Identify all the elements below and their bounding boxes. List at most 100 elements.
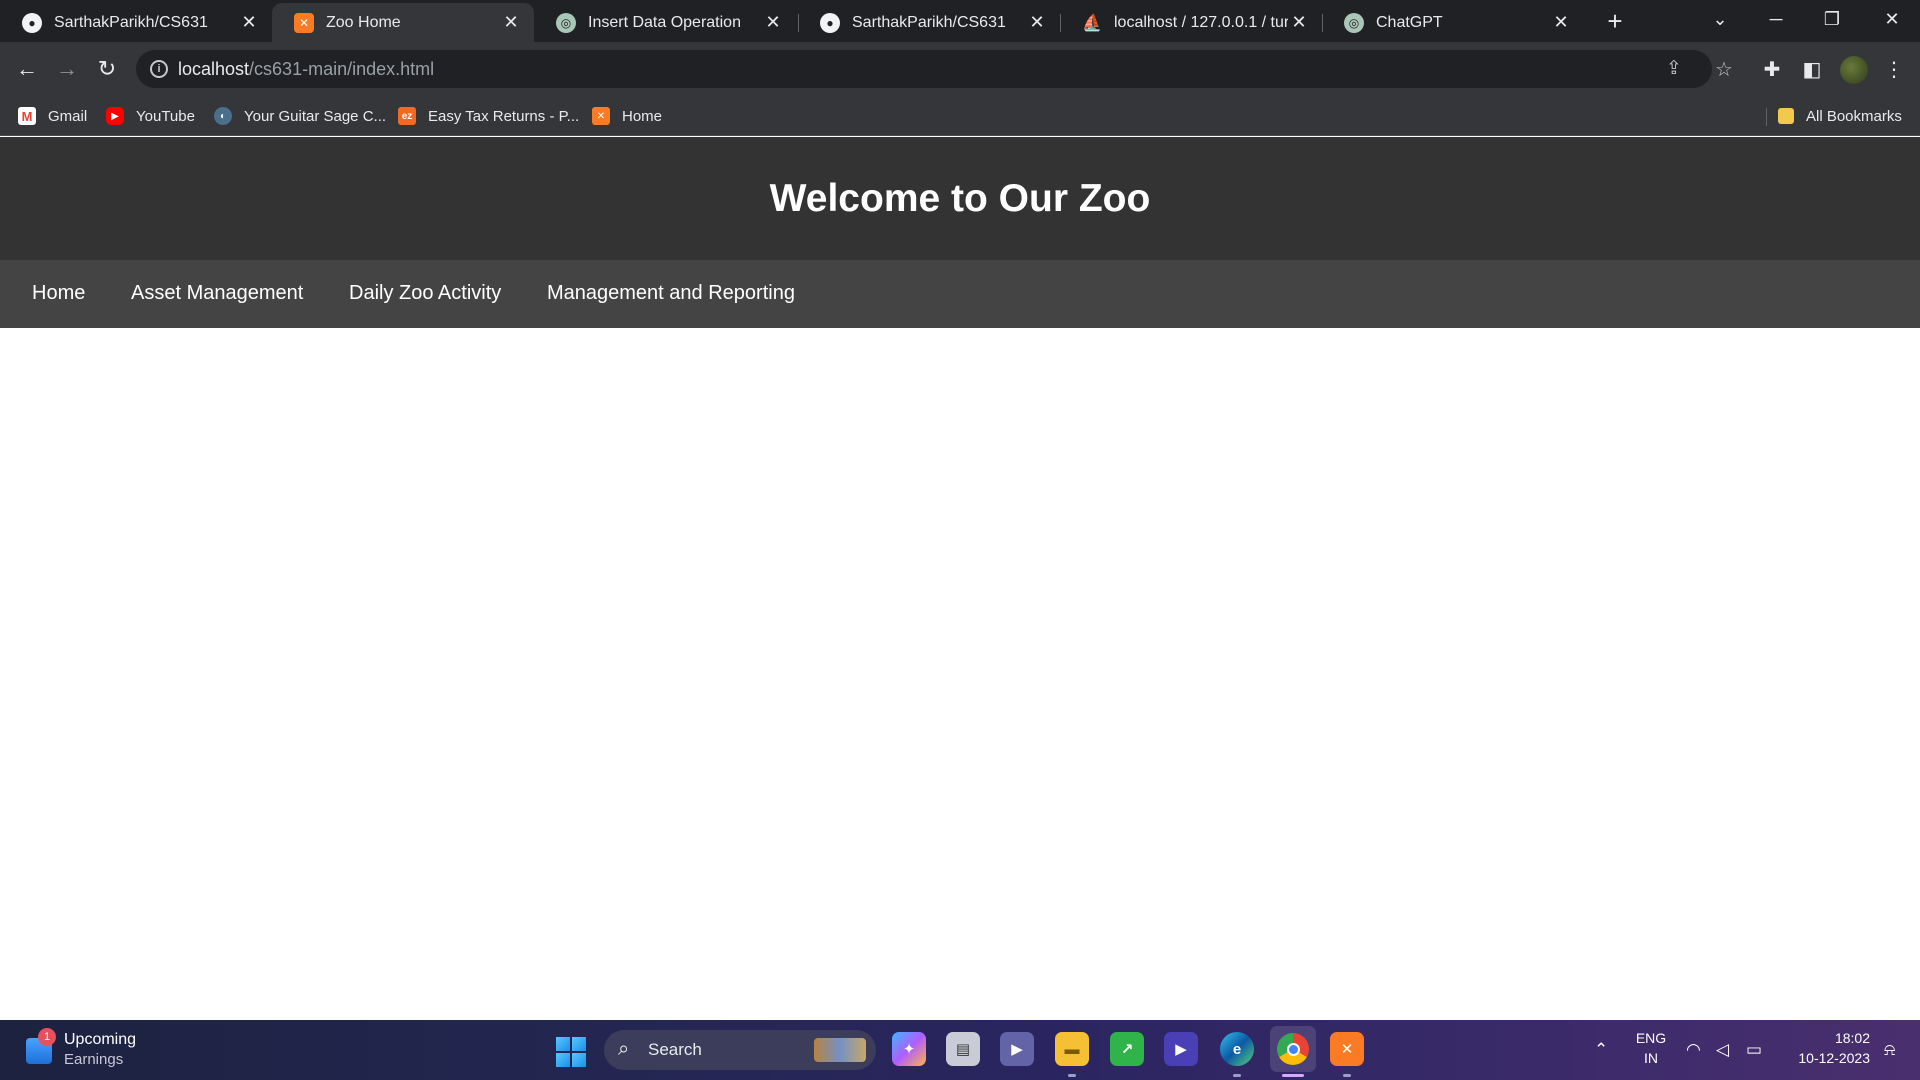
nav-asset-management[interactable]: Asset Management bbox=[131, 282, 303, 305]
address-bar[interactable]: i localhost/cs631-main/index.html ⇪ ☆ bbox=[136, 50, 1712, 88]
chatgpt-icon: ◎ bbox=[556, 12, 576, 33]
reload-icon[interactable]: ↻ bbox=[90, 52, 124, 86]
xampp-icon: ✕ bbox=[294, 12, 314, 33]
nav-management-reporting[interactable]: Management and Reporting bbox=[547, 282, 795, 305]
running-indicator bbox=[1233, 1074, 1241, 1077]
language-code[interactable]: ENG bbox=[1634, 1030, 1668, 1046]
search-label: Search bbox=[648, 1040, 702, 1059]
close-icon[interactable]: ✕ bbox=[1550, 12, 1572, 33]
tab-title: ChatGPT bbox=[1376, 13, 1443, 31]
all-bookmarks-label: All Bookmarks bbox=[1806, 107, 1902, 125]
weather-widget[interactable]: 1 Upcoming Earnings bbox=[26, 1028, 186, 1072]
window-close-icon[interactable]: ✕ bbox=[1864, 0, 1920, 38]
browser-toolbar: ← → ↻ i localhost/cs631-main/index.html … bbox=[0, 42, 1920, 96]
nav-daily-zoo-activity[interactable]: Daily Zoo Activity bbox=[349, 282, 501, 305]
widget-title: Upcoming bbox=[64, 1031, 137, 1048]
url-host: localhost bbox=[178, 59, 250, 79]
search-icon: ⌕ bbox=[618, 1038, 630, 1060]
github-icon: ● bbox=[22, 12, 42, 33]
xampp-app-icon[interactable]: ✕ bbox=[1330, 1032, 1364, 1066]
tab-search-chevron-icon[interactable]: ⌄ bbox=[1692, 0, 1748, 38]
tab-chatgpt[interactable]: ◎ ChatGPT ✕ bbox=[1322, 3, 1584, 42]
region-code[interactable]: IN bbox=[1634, 1050, 1668, 1066]
taskbar-search[interactable]: ⌕ Search bbox=[604, 1030, 876, 1070]
site-info-icon[interactable]: i bbox=[150, 60, 168, 78]
teams-chat-icon[interactable]: ▶ bbox=[1000, 1032, 1034, 1066]
guitar-sage-icon: ◐ bbox=[214, 107, 232, 125]
bookmark-label: Easy Tax Returns - P... bbox=[428, 107, 580, 125]
wifi-icon[interactable]: ◠ bbox=[1686, 1040, 1701, 1060]
running-indicator bbox=[1343, 1074, 1351, 1077]
chrome-browser-icon[interactable] bbox=[1270, 1026, 1316, 1072]
close-icon[interactable]: ✕ bbox=[238, 12, 260, 33]
bookmark-star-icon[interactable]: ☆ bbox=[1710, 56, 1738, 84]
profile-avatar[interactable] bbox=[1840, 56, 1868, 84]
bookmark-label: Gmail bbox=[48, 107, 88, 125]
file-explorer-icon[interactable]: ▬ bbox=[1055, 1032, 1089, 1066]
youtube-icon: ▶ bbox=[106, 107, 124, 125]
url-path: /cs631-main/index.html bbox=[249, 59, 435, 79]
extensions-puzzle-icon[interactable]: ✚ bbox=[1758, 56, 1786, 84]
bookmark-easy-tax[interactable]: ez Easy Tax Returns - P... bbox=[398, 105, 579, 127]
side-panel-icon[interactable]: ◧ bbox=[1798, 56, 1826, 84]
windows-start-icon[interactable] bbox=[556, 1037, 586, 1067]
tab-phpmyadmin[interactable]: ⛵ localhost / 127.0.0.1 / turtl ✕ bbox=[1060, 3, 1322, 42]
running-indicator bbox=[1068, 1074, 1076, 1077]
tab-insert-data[interactable]: ◎ Insert Data Operation ✕ bbox=[534, 3, 796, 42]
close-icon[interactable]: ✕ bbox=[1288, 12, 1310, 33]
restore-icon[interactable]: ❐ bbox=[1804, 0, 1860, 38]
battery-icon[interactable]: ▭ bbox=[1746, 1040, 1762, 1060]
notification-badge: 1 bbox=[38, 1028, 56, 1046]
bookmark-gmail[interactable]: M Gmail bbox=[18, 105, 87, 127]
active-indicator bbox=[1282, 1074, 1304, 1077]
task-view-icon[interactable]: ▤ bbox=[946, 1032, 980, 1066]
tab-title: Zoo Home bbox=[326, 13, 401, 31]
site-header: Welcome to Our Zoo bbox=[0, 137, 1920, 260]
bookmarks-bar: M Gmail ▶ YouTube ◐ Your Guitar Sage C..… bbox=[0, 96, 1920, 136]
chatgpt-icon: ◎ bbox=[1344, 12, 1364, 33]
chevron-up-icon[interactable]: ⌃ bbox=[1594, 1040, 1608, 1060]
close-icon[interactable]: ✕ bbox=[1026, 12, 1048, 33]
site-nav: Home Asset Management Daily Zoo Activity… bbox=[0, 260, 1920, 328]
browser-tab-strip: ● SarthakParikh/CS631 ✕ ✕ Zoo Home ✕ ◎ I… bbox=[0, 0, 1920, 42]
copilot-icon[interactable]: ✦ bbox=[892, 1032, 926, 1066]
search-highlight-image bbox=[814, 1038, 866, 1062]
bookmark-guitar-sage[interactable]: ◐ Your Guitar Sage C... bbox=[214, 105, 386, 127]
clock-date[interactable]: 10-12-2023 bbox=[1780, 1050, 1870, 1066]
tab-zoo-home[interactable]: ✕ Zoo Home ✕ bbox=[272, 3, 534, 42]
widget-subtitle: Earnings bbox=[64, 1051, 124, 1068]
close-icon[interactable]: ✕ bbox=[762, 12, 784, 33]
tab-github-1[interactable]: ● SarthakParikh/CS631 ✕ bbox=[0, 3, 272, 42]
ez-icon: ez bbox=[398, 107, 416, 125]
more-menu-icon[interactable]: ⋮ bbox=[1880, 56, 1908, 84]
address-url[interactable]: localhost/cs631-main/index.html bbox=[178, 59, 434, 80]
bookmark-home[interactable]: ✕ Home bbox=[592, 105, 662, 127]
notification-bell-icon[interactable]: ⍾ bbox=[1884, 1040, 1895, 1060]
minimize-icon[interactable]: ─ bbox=[1748, 0, 1804, 38]
bookmark-label: Your Guitar Sage C... bbox=[244, 107, 387, 125]
bookmark-label: YouTube bbox=[136, 107, 195, 125]
gmail-icon: M bbox=[18, 107, 36, 125]
new-tab-button[interactable]: + bbox=[1598, 6, 1632, 36]
stocks-app-icon[interactable]: ↗ bbox=[1110, 1032, 1144, 1066]
forward-arrow-icon[interactable]: → bbox=[50, 52, 84, 86]
clock-time[interactable]: 18:02 bbox=[1800, 1030, 1870, 1046]
close-icon[interactable]: ✕ bbox=[500, 12, 522, 33]
nav-home[interactable]: Home bbox=[32, 282, 85, 305]
xampp-icon: ✕ bbox=[592, 107, 610, 125]
phpmyadmin-icon: ⛵ bbox=[1082, 14, 1102, 32]
bookmarks-divider bbox=[1766, 108, 1767, 126]
bookmark-youtube[interactable]: ▶ YouTube bbox=[106, 105, 195, 127]
back-arrow-icon[interactable]: ← bbox=[10, 52, 44, 86]
tab-title: SarthakParikh/CS631 bbox=[852, 13, 1006, 31]
tab-title: Insert Data Operation bbox=[588, 13, 741, 31]
volume-icon[interactable]: ◁ bbox=[1716, 1040, 1729, 1060]
bookmark-label: Home bbox=[622, 107, 663, 125]
page-body bbox=[0, 328, 1920, 1020]
media-player-icon[interactable]: ▶ bbox=[1164, 1032, 1198, 1066]
chrome-logo-icon bbox=[1277, 1033, 1309, 1065]
all-bookmarks[interactable]: All Bookmarks bbox=[1778, 105, 1902, 127]
edge-browser-icon[interactable]: e bbox=[1220, 1032, 1254, 1066]
share-icon[interactable]: ⇪ bbox=[1662, 57, 1686, 81]
tab-github-2[interactable]: ● SarthakParikh/CS631 ✕ bbox=[798, 3, 1060, 42]
